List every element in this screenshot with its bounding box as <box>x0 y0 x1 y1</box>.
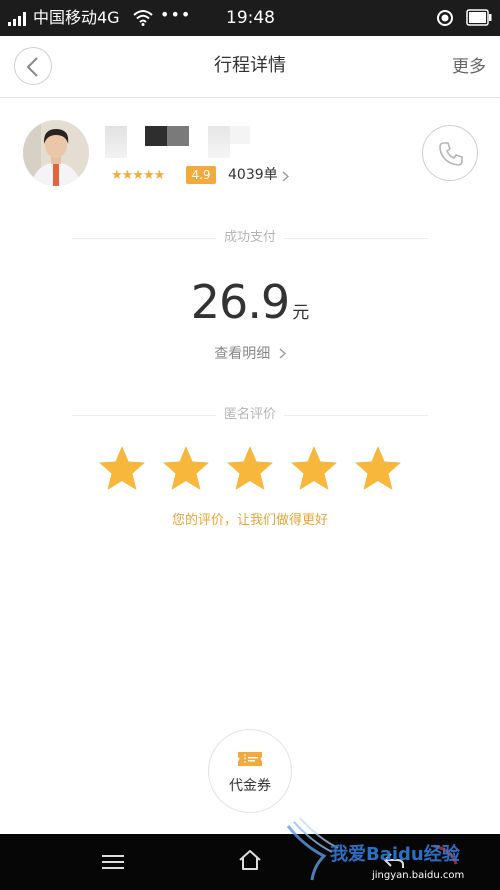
clock: 19:48 <box>226 8 275 28</box>
star-icon[interactable] <box>354 444 402 492</box>
chevron-right-icon <box>279 348 286 359</box>
chevron-right-icon <box>282 171 289 182</box>
driver-name-redacted <box>208 126 230 158</box>
payment-amount: 26.9 元 <box>0 276 500 328</box>
driver-name-redacted <box>167 126 189 146</box>
battery-icon <box>466 9 492 26</box>
driver-name-redacted <box>145 126 167 146</box>
nav-header: 行程详情 更多 <box>0 36 500 98</box>
page-title: 行程详情 <box>214 55 286 76</box>
rating-badge: 4.9 <box>186 166 216 184</box>
star-icon[interactable] <box>162 444 210 492</box>
amount-unit: 元 <box>292 303 310 323</box>
star-icon[interactable] <box>290 444 338 492</box>
payment-status-label: 成功支付 <box>0 230 500 246</box>
star-rating <box>98 444 402 492</box>
phone-icon <box>439 142 463 166</box>
menu-icon[interactable] <box>102 854 124 870</box>
signal-icon <box>8 12 26 26</box>
carrier-label: 中国移动4G <box>33 8 120 27</box>
star-icon[interactable] <box>226 444 274 492</box>
more-button[interactable]: 更多 <box>452 56 486 78</box>
view-details-link[interactable]: 查看明细 <box>0 345 500 363</box>
location-icon <box>437 10 453 26</box>
watermark-url: jingyan.baidu.com <box>372 870 465 881</box>
review-section-label: 匿名评价 <box>0 407 500 423</box>
rating-stars: ★★★★★ <box>111 168 165 183</box>
star-icon[interactable] <box>98 444 146 492</box>
driver-name-redacted <box>105 126 127 158</box>
ticket-icon <box>238 752 262 766</box>
watermark-text: 我爱Baidu经验 <box>330 844 460 865</box>
payment-status-text: 成功支付 <box>215 230 284 245</box>
view-details-label: 查看明细 <box>214 346 271 362</box>
driver-name-redacted <box>230 126 250 144</box>
order-count[interactable]: 4039单 <box>228 166 278 184</box>
avatar-photo <box>23 120 89 186</box>
coupon-button[interactable]: 代金券 <box>208 729 292 813</box>
amount-value: 26.9 <box>190 275 290 329</box>
notification-dots: ••• <box>160 5 192 24</box>
status-bar: 中国移动4G ••• 19:48 <box>0 0 500 36</box>
review-hint: 您的评价，让我们做得更好 <box>171 513 328 528</box>
coupon-label: 代金券 <box>229 778 271 794</box>
wifi-icon <box>133 10 153 26</box>
driver-avatar[interactable] <box>23 120 89 186</box>
home-icon[interactable] <box>238 849 262 871</box>
review-section-text: 匿名评价 <box>215 407 284 422</box>
call-button[interactable] <box>422 125 478 181</box>
